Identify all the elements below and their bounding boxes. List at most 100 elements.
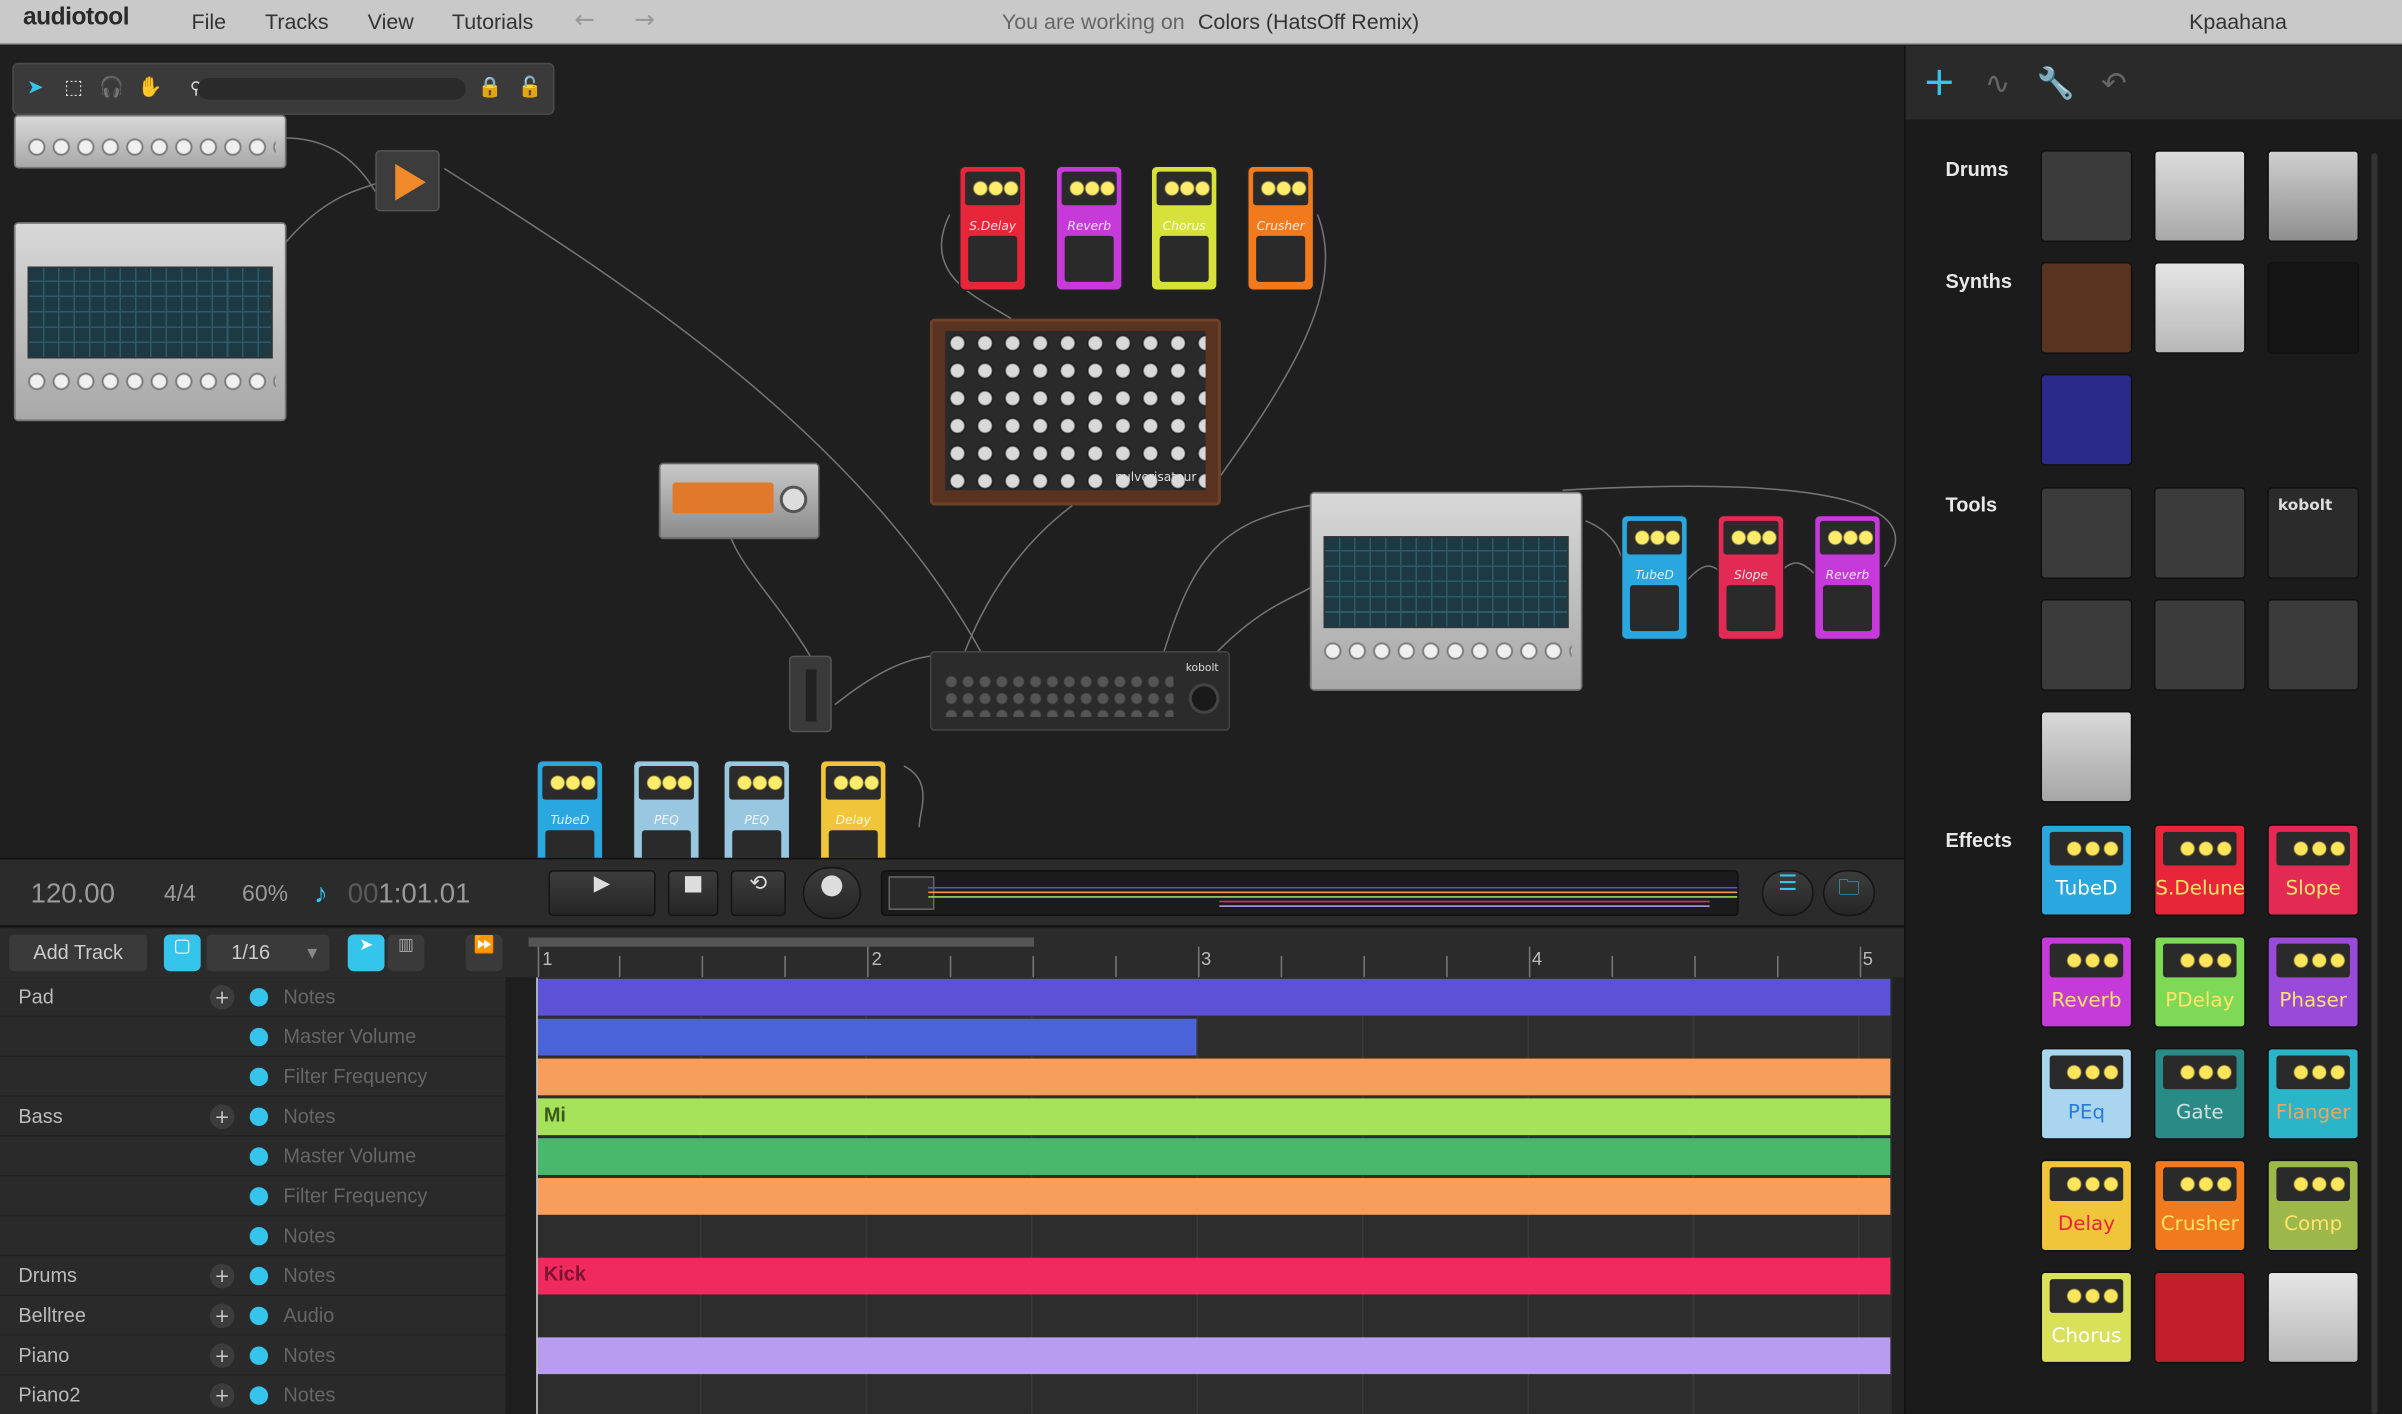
clip-bass-notes[interactable]: Mi	[537, 1098, 1891, 1136]
effect-tile-crusher[interactable]: Crusher	[2153, 1159, 2246, 1252]
amp-device[interactable]	[658, 462, 820, 540]
device-tile-tool-4[interactable]	[2040, 598, 2133, 691]
pedal-delay[interactable]: Delay	[819, 759, 887, 858]
lane-active-dot[interactable]	[249, 1306, 269, 1326]
pointer-icon[interactable]: ➤	[21, 75, 49, 103]
effect-tile-reverb[interactable]: Reverb	[2040, 935, 2133, 1028]
device-tile-synth-1[interactable]	[2040, 261, 2133, 354]
zoom-display[interactable]: 60%	[242, 881, 288, 907]
effect-tile-s-delune[interactable]: S.Delune	[2153, 824, 2246, 917]
timeline-ruler[interactable]: 1 2 3 4 5	[528, 937, 1905, 978]
history-back-icon[interactable]: ←	[574, 5, 595, 34]
device-tile-drum-machine-2[interactable]	[2153, 150, 2246, 243]
effect-tile-tubed[interactable]: TubeD	[2040, 824, 2133, 917]
clip-drums-notes[interactable]: Kick	[537, 1257, 1891, 1295]
clip-bass-filter-frequency[interactable]	[537, 1178, 1891, 1215]
gain-device[interactable]	[788, 655, 832, 733]
lane-row[interactable]: Filter Frequency	[0, 1057, 506, 1097]
add-lane-button[interactable]: +	[209, 1104, 235, 1130]
device-tile-tool-2[interactable]	[2153, 487, 2246, 580]
pedal-slope[interactable]: Slope	[1717, 514, 1785, 641]
timeline-lanes[interactable]: Mi Kick	[536, 977, 1892, 1414]
clip-bass-master-volume[interactable]	[537, 1138, 1891, 1175]
pedal-crusher[interactable]: Crusher	[1246, 165, 1315, 292]
lane-active-dot[interactable]	[249, 1067, 269, 1087]
track-row-pad[interactable]: Pad + Notes	[0, 977, 506, 1018]
beatbox-device-right[interactable]	[1309, 491, 1583, 691]
add-lane-button[interactable]: +	[209, 1263, 235, 1289]
lane-active-dot[interactable]	[249, 1266, 269, 1286]
add-lane-button[interactable]: +	[209, 1383, 235, 1408]
hand-icon[interactable]: ✋	[136, 75, 164, 103]
lane-row[interactable]: Master Volume	[0, 1017, 506, 1058]
menu-file[interactable]: File	[191, 9, 226, 34]
record-button[interactable]: ●	[802, 867, 861, 920]
effect-tile-gate[interactable]: Gate	[2153, 1047, 2246, 1140]
lane-row[interactable]: Notes	[0, 1216, 506, 1257]
track-row-bass[interactable]: Bass + Notes	[0, 1097, 506, 1137]
pedal-reverb[interactable]: Reverb	[1055, 165, 1123, 292]
beatbox-device-top[interactable]	[13, 114, 287, 169]
effect-tile-pdelay[interactable]: PDelay	[2153, 935, 2246, 1028]
synth-panel[interactable]	[945, 330, 1206, 491]
loop-region[interactable]	[528, 937, 1035, 947]
menu-tutorials[interactable]: Tutorials	[452, 9, 533, 34]
effect-tile-phaser[interactable]: Phaser	[2267, 935, 2360, 1028]
device-tile-drum-machine-1[interactable]	[2040, 150, 2133, 243]
signature-display[interactable]: 4/4	[164, 881, 196, 907]
lane-row[interactable]: Filter Frequency	[0, 1176, 506, 1217]
clip-pad-filter-frequency[interactable]	[537, 1058, 1891, 1096]
pedal-tubed-2[interactable]: TubeD	[536, 759, 604, 858]
undo-icon[interactable]: ↶	[2093, 61, 2136, 104]
zoom-slider[interactable]	[197, 78, 466, 100]
add-lane-button[interactable]: +	[209, 985, 235, 1010]
pedal-sdelay[interactable]: S.Delay	[958, 165, 1027, 292]
device-tile-synth-3[interactable]	[2267, 261, 2360, 354]
track-row-piano[interactable]: Piano + Notes	[0, 1336, 506, 1376]
knob-row[interactable]	[24, 134, 276, 160]
track-name[interactable]: Drums	[18, 1264, 77, 1287]
tempo-display[interactable]: 120.00	[31, 878, 115, 910]
lane-active-dot[interactable]	[249, 1027, 269, 1047]
pedal-reverb-2[interactable]: Reverb	[1813, 514, 1882, 641]
add-track-button[interactable]: Add Track	[9, 934, 148, 972]
effect-tile-delay[interactable]: Delay	[2040, 1159, 2133, 1252]
note-icon[interactable]: ♪	[314, 878, 328, 910]
follow-button[interactable]: ⏩	[465, 934, 503, 972]
device-tile-tool-7[interactable]	[2040, 710, 2133, 803]
split-tool-button[interactable]: ▥	[387, 934, 425, 972]
vertical-scrollbar[interactable]	[1891, 977, 1905, 1414]
playhead[interactable]	[536, 977, 538, 1414]
lane-active-dot[interactable]	[249, 1346, 269, 1365]
stop-button[interactable]: ■	[667, 870, 719, 917]
time-display[interactable]: 001:01.01	[348, 878, 471, 910]
lane-active-dot[interactable]	[249, 1107, 269, 1126]
song-overview[interactable]	[880, 870, 1739, 917]
unlock-icon[interactable]: 🔓	[516, 75, 544, 103]
gain-fader[interactable]	[805, 669, 817, 722]
device-tile-tool-3[interactable]: kobolt	[2267, 487, 2360, 580]
app-logo[interactable]: audiotool	[23, 5, 130, 33]
browser-toggle-button[interactable]: 🗀	[1822, 870, 1876, 917]
pedal-peq-2[interactable]: PEQ	[723, 759, 791, 858]
effect-tile-comp[interactable]: Comp	[2267, 1159, 2360, 1252]
lock-icon[interactable]: 🔒	[476, 75, 504, 103]
lane-active-dot[interactable]	[249, 1147, 269, 1166]
menu-tracks[interactable]: Tracks	[265, 9, 329, 34]
wrench-icon[interactable]: 🔧	[2034, 61, 2077, 104]
add-icon[interactable]: +	[1918, 61, 1961, 104]
lane-active-dot[interactable]	[249, 988, 269, 1007]
effect-tile-slope[interactable]: Slope	[2267, 824, 2360, 917]
device-tile-drum-machine-3[interactable]	[2267, 150, 2360, 243]
track-row-belltree[interactable]: Belltree + Audio	[0, 1296, 506, 1336]
pointer-tool-button[interactable]: ➤	[347, 934, 385, 972]
knob-row[interactable]	[24, 369, 276, 394]
device-tile-tool-1[interactable]	[2040, 487, 2133, 580]
history-forward-icon[interactable]: →	[634, 5, 655, 34]
play-button[interactable]: ▶	[548, 870, 656, 917]
effect-tile-chorus[interactable]: Chorus	[2040, 1271, 2133, 1364]
track-name[interactable]: Belltree	[18, 1304, 86, 1327]
lane-row[interactable]: Master Volume	[0, 1137, 506, 1177]
grid-select[interactable]: 1/16 ▾	[206, 934, 330, 972]
mixer-device[interactable]: kobolt	[929, 651, 1231, 731]
